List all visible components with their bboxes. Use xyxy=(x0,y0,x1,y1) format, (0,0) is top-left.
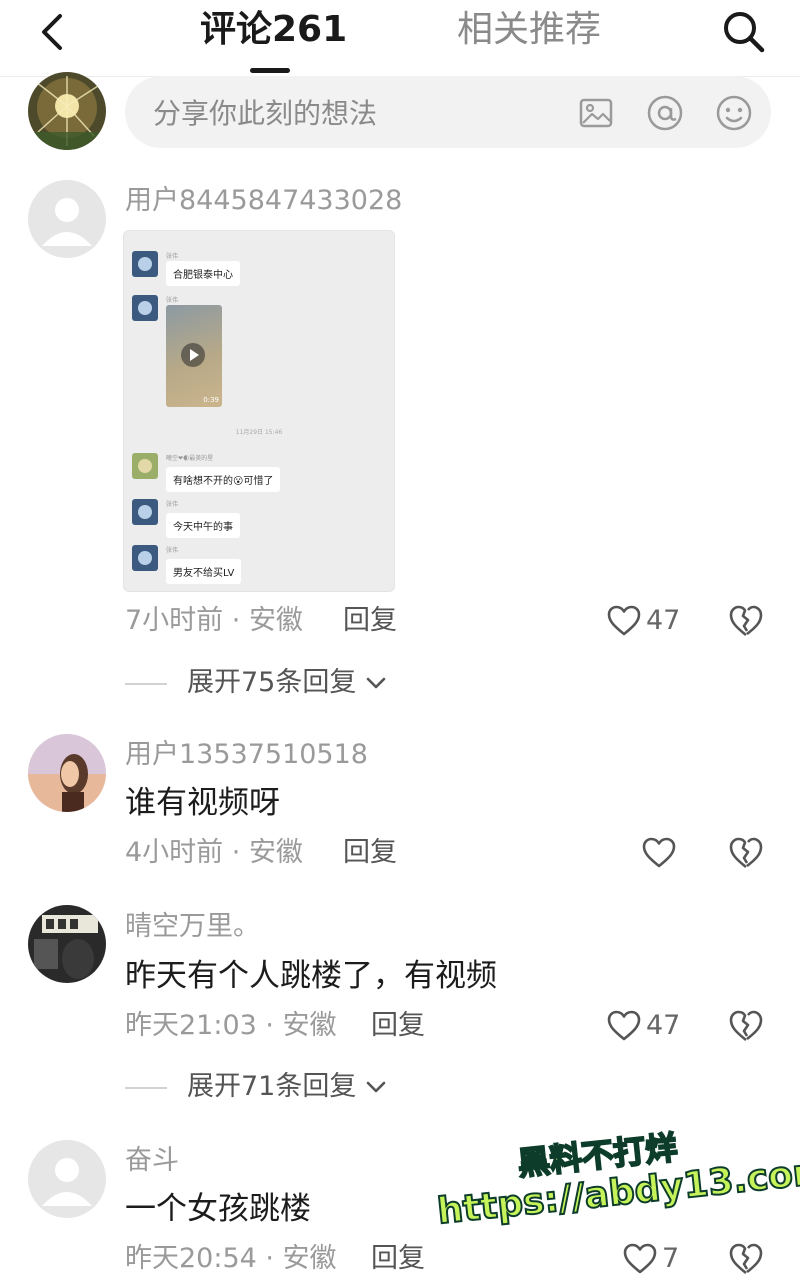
reply-button[interactable]: 回复 xyxy=(343,604,397,638)
broken-heart-icon[interactable] xyxy=(727,602,765,640)
tab-related[interactable]: 相关推荐 xyxy=(457,10,601,50)
chat-bubble: 有啥想不开的😮可惜了 xyxy=(166,467,281,492)
chat-sender: 曦空❤🌒最美的星 xyxy=(166,455,214,462)
reply-button[interactable]: 回复 xyxy=(371,1242,425,1276)
chat-video-thumbnail: 0:39 xyxy=(166,305,222,407)
back-button[interactable] xyxy=(30,8,78,56)
chat-bubble: 今天中午的事 xyxy=(166,513,240,538)
default-avatar-icon xyxy=(42,1158,92,1206)
comment-meta: 昨天20:54 · 安徽 xyxy=(125,1243,337,1274)
divider xyxy=(125,1087,167,1089)
commenter-avatar[interactable] xyxy=(28,1140,106,1218)
comment-location: 安徽 xyxy=(282,1243,337,1274)
comment-time: 昨天20:54 xyxy=(125,1243,257,1274)
comment-time: 4小时前 xyxy=(125,837,224,868)
comment-username[interactable]: 用户13537510518 xyxy=(125,738,368,772)
expand-replies-button[interactable]: 展开75条回复 xyxy=(125,666,425,702)
tab-comments[interactable]: 评论261 xyxy=(200,10,347,50)
broken-heart-icon[interactable] xyxy=(727,1240,765,1278)
commenter-avatar[interactable] xyxy=(28,180,106,258)
broken-heart-icon[interactable] xyxy=(727,1007,765,1045)
comment-input[interactable] xyxy=(151,90,555,136)
comment-meta: 4小时前 · 安徽 xyxy=(125,837,303,868)
chat-avatar xyxy=(132,453,158,479)
comment-text: 谁有视频呀 xyxy=(125,785,280,821)
active-tab-indicator xyxy=(250,68,290,73)
like-count: 47 xyxy=(646,1010,681,1041)
comment-location: 安徽 xyxy=(248,605,303,636)
expand-replies-label: 展开71条回复 xyxy=(187,1071,357,1102)
chat-avatar xyxy=(132,251,158,277)
like-button[interactable] xyxy=(641,835,681,875)
search-button[interactable] xyxy=(716,4,772,60)
like-button[interactable]: 47 xyxy=(606,603,706,643)
like-count: 47 xyxy=(646,605,681,636)
broken-heart-icon[interactable] xyxy=(727,834,765,872)
search-icon xyxy=(724,12,765,53)
video-duration: 0:39 xyxy=(203,396,219,404)
chat-avatar xyxy=(132,499,158,525)
comment-meta: 7小时前 · 安徽 xyxy=(125,605,303,636)
chat-bubble: 男友不给买LV xyxy=(166,559,242,584)
image-icon[interactable] xyxy=(577,94,615,132)
at-icon[interactable] xyxy=(646,94,684,132)
emoji-icon[interactable] xyxy=(715,94,753,132)
commenter-avatar[interactable] xyxy=(28,905,106,983)
heart-icon xyxy=(607,605,641,636)
comment-username[interactable]: 奋斗 xyxy=(125,1144,179,1178)
comment-text: 一个女孩跳楼 xyxy=(125,1191,311,1227)
top-bar: 评论261 相关推荐 xyxy=(0,0,800,77)
chat-bubble: 合肥银泰中心 xyxy=(166,261,240,286)
play-icon xyxy=(181,343,205,367)
chat-timestamp: 11月29日 15:46 xyxy=(235,429,283,436)
reply-button[interactable]: 回复 xyxy=(343,836,397,870)
expand-replies-button[interactable]: 展开71条回复 xyxy=(125,1070,425,1106)
chevron-down-icon xyxy=(366,1081,386,1093)
comment-text: 昨天有个人跳楼了，有视频 xyxy=(125,958,497,994)
divider xyxy=(125,683,167,685)
like-count: 7 xyxy=(662,1243,680,1274)
comment-time: 昨天21:03 xyxy=(125,1010,257,1041)
heart-icon xyxy=(607,1010,641,1041)
chat-avatar xyxy=(132,545,158,571)
chevron-down-icon xyxy=(366,677,386,689)
comment-image[interactable]: 张伟 合肥银泰中心 张伟 0:39 11月29日 15:46 曦空❤🌒最美的星 … xyxy=(123,230,395,592)
reply-button[interactable]: 回复 xyxy=(371,1009,425,1043)
chat-sender: 张伟 xyxy=(166,253,179,260)
commenter-avatar[interactable] xyxy=(28,734,106,812)
comment-location: 安徽 xyxy=(248,837,303,868)
comment-composer[interactable] xyxy=(125,76,771,148)
chat-avatar xyxy=(132,295,158,321)
comment-username[interactable]: 晴空万里。 xyxy=(125,910,260,944)
chat-sender: 张伟 xyxy=(166,547,179,554)
expand-replies-label: 展开75条回复 xyxy=(187,667,357,698)
comment-location: 安徽 xyxy=(282,1010,337,1041)
comment-meta: 昨天21:03 · 安徽 xyxy=(125,1010,337,1041)
comment-username[interactable]: 用户8445847433028 xyxy=(125,184,402,218)
chevron-left-icon xyxy=(42,14,62,50)
comment-time: 7小时前 xyxy=(125,605,224,636)
like-button[interactable]: 47 xyxy=(606,1008,706,1048)
heart-icon xyxy=(642,837,676,868)
my-avatar[interactable] xyxy=(28,72,106,150)
chat-sender: 张伟 xyxy=(166,501,179,508)
chat-sender: 张伟 xyxy=(166,297,179,304)
default-avatar-icon xyxy=(42,198,92,246)
